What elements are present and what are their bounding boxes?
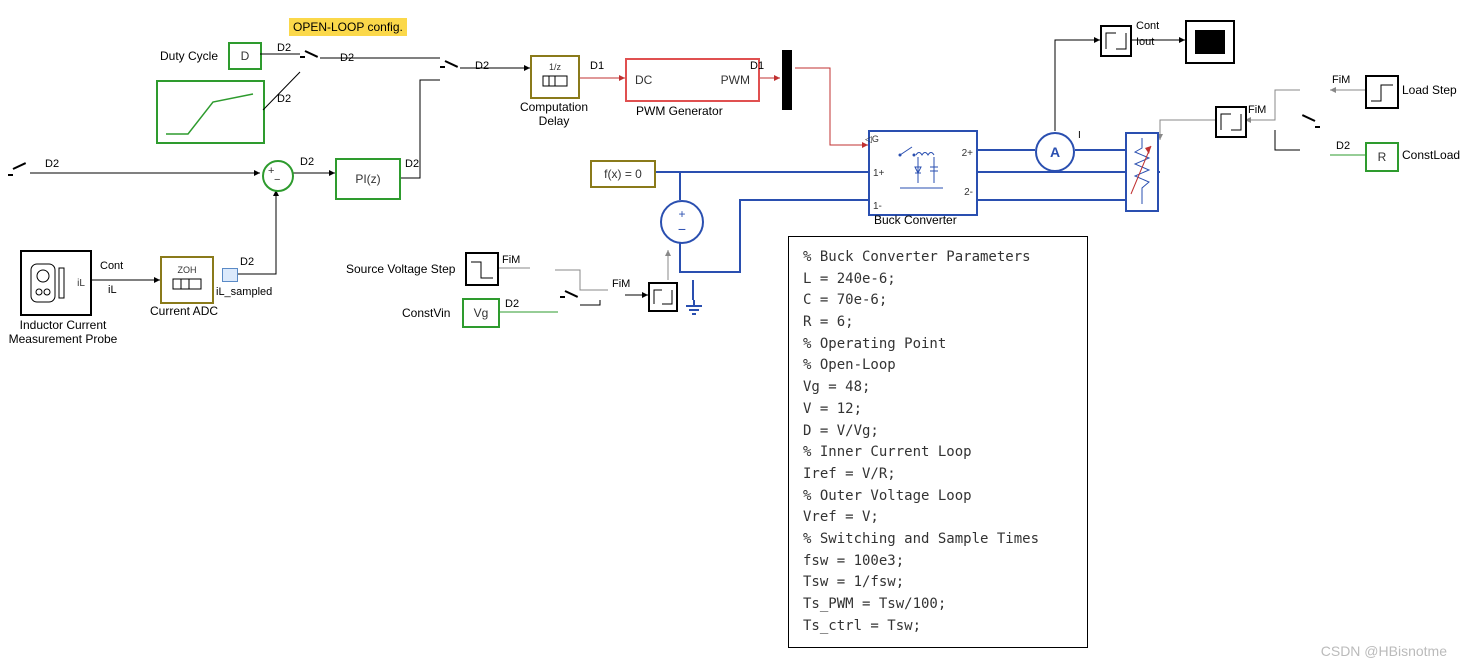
- pwm-pwm-port: PWM: [721, 73, 750, 87]
- adc-label: Current ADC: [150, 304, 218, 318]
- probe-label: Inductor Current Measurement Probe: [8, 318, 118, 346]
- svg-text:−: −: [678, 221, 686, 237]
- pwm-generator-block[interactable]: DC PWM: [625, 58, 760, 102]
- ground-icon: [684, 300, 704, 321]
- const-R-text: R: [1378, 150, 1387, 164]
- sig-cont-iout: Cont: [1136, 20, 1159, 32]
- rate-transition-src[interactable]: [648, 282, 678, 312]
- ramp-block[interactable]: [156, 80, 265, 144]
- sig-d2-adc: D2: [240, 256, 254, 268]
- buck-1p: 1+: [873, 168, 884, 179]
- constvin-label: ConstVin: [402, 306, 450, 320]
- sig-d2-3: D2: [277, 93, 291, 105]
- sig-iL: iL: [108, 284, 117, 296]
- rate-transition-load[interactable]: [1215, 106, 1247, 138]
- load-step-label: Load Step: [1402, 83, 1457, 97]
- buck-label: Buck Converter: [874, 213, 957, 227]
- sig-iLsampled: iL_sampled: [216, 286, 272, 298]
- const-Vg-text: Vg: [474, 306, 489, 320]
- signal-viewer-icon[interactable]: [222, 268, 238, 282]
- ammeter-I: I: [1078, 130, 1081, 141]
- voltage-source[interactable]: +−: [660, 200, 704, 244]
- buck-1m: 1-: [873, 201, 884, 212]
- sig-d2-sum: D2: [300, 156, 314, 168]
- sig-d2-vg: D2: [505, 298, 519, 310]
- buck-G: G: [872, 134, 879, 144]
- buck-2m: 2-: [962, 187, 973, 198]
- sig-fim-load: FiM: [1332, 74, 1350, 86]
- pwm-gen-label: PWM Generator: [636, 104, 723, 118]
- switch-input-left[interactable]: [8, 168, 28, 182]
- solver-block[interactable]: f(x) = 0: [590, 160, 656, 188]
- sig-d2-R: D2: [1336, 140, 1350, 152]
- sum-block[interactable]: + −: [262, 160, 294, 192]
- config-highlight: OPEN-LOOP config.: [289, 18, 407, 36]
- variable-resistor[interactable]: [1125, 132, 1159, 212]
- solver-text: f(x) = 0: [604, 167, 642, 181]
- duty-cycle-label: Duty Cycle: [160, 49, 218, 63]
- buck-2p: 2+: [962, 148, 973, 159]
- src-step-block[interactable]: [465, 252, 499, 286]
- switch-src[interactable]: [560, 290, 580, 304]
- sig-d2-2b: D2: [475, 60, 489, 72]
- watermark: CSDN @HBisnotme: [1321, 643, 1447, 659]
- constant-D-text: D: [241, 49, 250, 63]
- rate-transition-iout[interactable]: [1100, 25, 1132, 57]
- sig-d1-b: D1: [750, 60, 764, 72]
- sig-d2-1: D2: [277, 42, 291, 54]
- sig-d1-a: D1: [590, 60, 604, 72]
- buck-converter-block[interactable]: ◁G 1+ 1- 2+ 2-: [868, 130, 978, 216]
- sig-d2-pi: D2: [405, 158, 419, 170]
- probe-icon: [27, 258, 67, 308]
- simulink-canvas: OPEN-LOOP config. Duty Cycle D D2 D2 D2 …: [0, 0, 1467, 669]
- demux-block[interactable]: [782, 50, 792, 110]
- pi-text: PI(z): [355, 172, 380, 186]
- pi-block[interactable]: PI(z): [335, 158, 401, 200]
- scope-block[interactable]: [1185, 20, 1235, 64]
- constant-R-block[interactable]: R: [1365, 142, 1399, 172]
- constant-Vg-block[interactable]: Vg: [462, 298, 500, 328]
- pwm-dc-port: DC: [635, 73, 652, 87]
- sig-d2-left: D2: [45, 158, 59, 170]
- sig-fim-src2: FiM: [612, 278, 630, 290]
- switch-load[interactable]: [1300, 120, 1320, 134]
- sig-iout: Iout: [1136, 36, 1154, 48]
- switch-2[interactable]: [440, 60, 460, 74]
- sum-minus: −: [274, 174, 280, 186]
- sig-fim-src: FiM: [502, 254, 520, 266]
- ammeter-block[interactable]: A: [1035, 132, 1075, 172]
- parameters-textbox: % Buck Converter Parameters L = 240e-6; …: [788, 236, 1088, 648]
- constant-D-block[interactable]: D: [228, 42, 262, 70]
- comp-delay-label: Computation Delay: [514, 100, 594, 128]
- sig-fim-load2: FiM: [1248, 104, 1266, 116]
- computation-delay-block[interactable]: 1/z: [530, 55, 580, 99]
- load-step-block[interactable]: [1365, 75, 1399, 109]
- src-step-label: Source Voltage Step: [346, 262, 455, 276]
- probe-block[interactable]: iL: [20, 250, 92, 316]
- adc-zoh: ZOH: [178, 265, 197, 275]
- sig-cont-probe: Cont: [100, 260, 123, 272]
- current-adc-block[interactable]: ZOH: [160, 256, 214, 304]
- ammeter-A: A: [1050, 144, 1060, 160]
- sig-d2-2: D2: [340, 52, 354, 64]
- switch-1[interactable]: [300, 50, 320, 64]
- svg-text:+: +: [678, 207, 685, 221]
- buck-schematic-icon: [898, 143, 948, 203]
- constload-label: ConstLoad: [1402, 148, 1460, 162]
- probe-iL-port: iL: [77, 278, 85, 289]
- delay-1z: 1/z: [549, 62, 561, 72]
